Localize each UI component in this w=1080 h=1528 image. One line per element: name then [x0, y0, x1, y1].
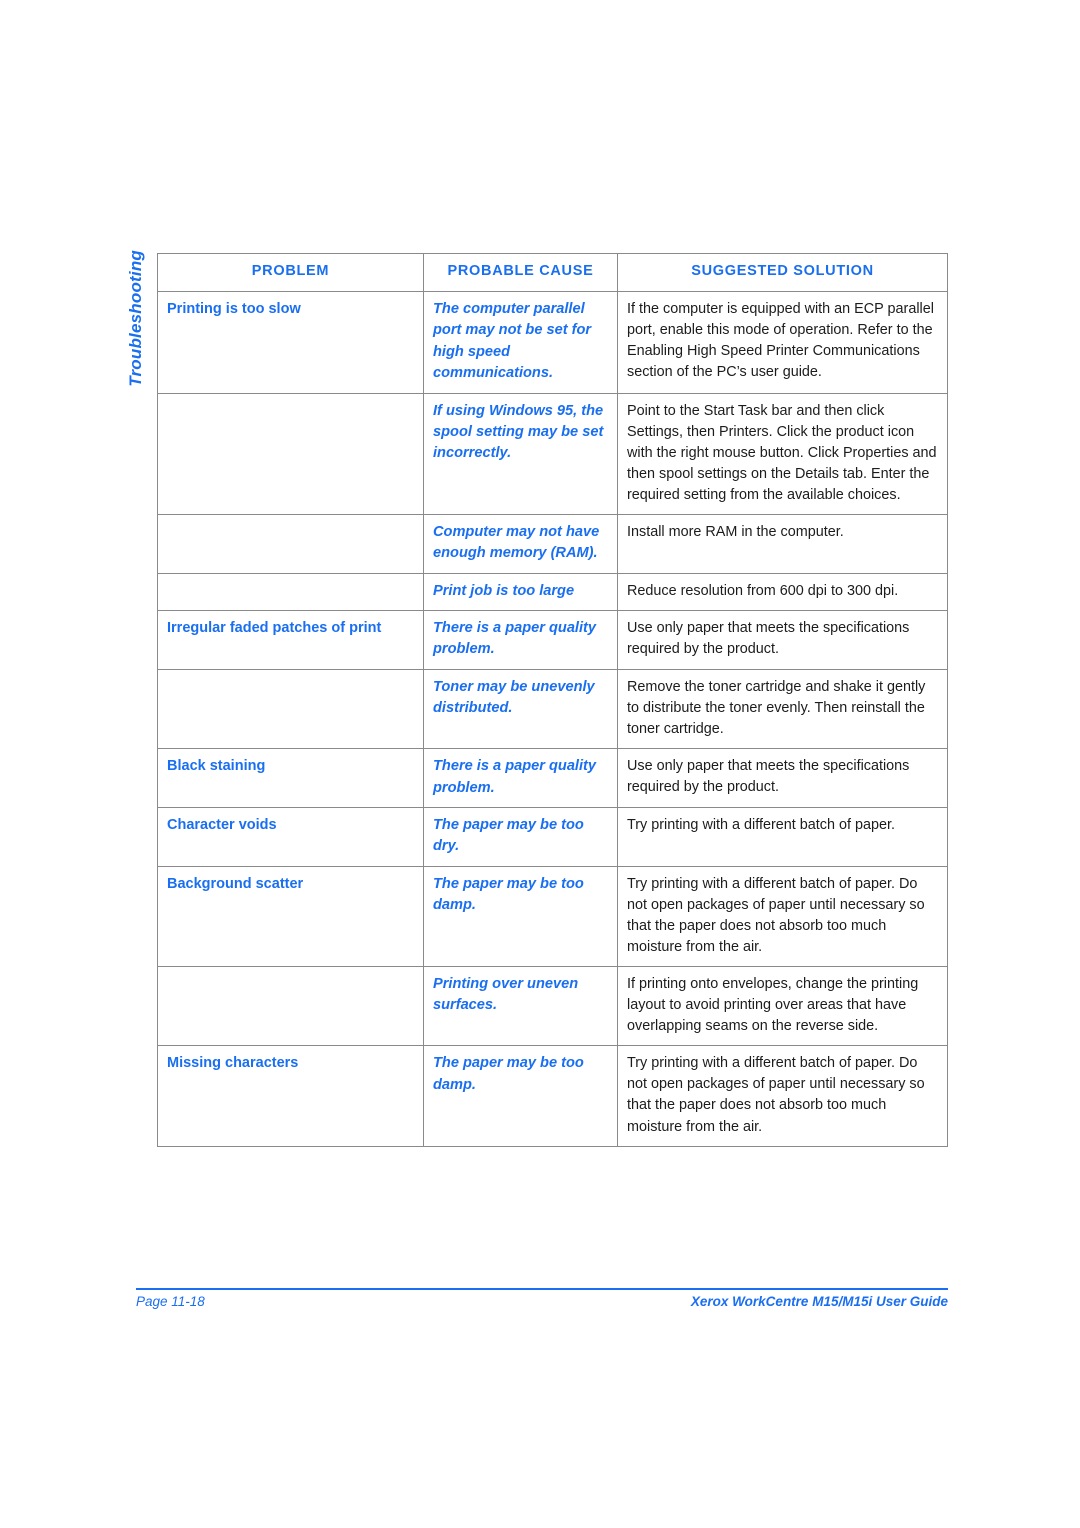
cell-suggested-solution: Try printing with a different batch of p… [617, 806, 948, 867]
cell-probable-cause: Printing over uneven surfaces. [423, 965, 618, 1047]
cell-problem [157, 392, 424, 515]
cell-suggested-solution: Install more RAM in the computer. [617, 513, 948, 574]
cell-suggested-solution: Remove the toner cartridge and shake it … [617, 668, 948, 750]
troubleshooting-table: PROBLEM PROBABLE CAUSE SUGGESTED SOLUTIO… [157, 253, 948, 1147]
cell-suggested-solution: Reduce resolution from 600 dpi to 300 dp… [617, 572, 948, 612]
table-row: Print job is too large Reduce resolution … [157, 572, 948, 612]
document-page: Troubleshooting PROBLEM PROBABLE CAUSE S… [0, 0, 1080, 1528]
table-body: Printing is too slow The computer paralle… [157, 291, 948, 1147]
table-row: Character voids The paper may be too dry.… [157, 806, 948, 867]
cell-suggested-solution: Use only paper that meets the specificat… [617, 610, 948, 670]
cell-probable-cause: There is a paper quality problem. [423, 748, 618, 808]
cell-probable-cause: The paper may be too dry. [423, 806, 618, 867]
table-row: Black staining There is a paper quality p… [157, 748, 948, 808]
table-row: Background scatter The paper may be too d… [157, 865, 948, 968]
cell-problem: Background scatter [157, 865, 424, 968]
cell-suggested-solution: If the computer is equipped with an ECP … [617, 291, 948, 394]
table-row: Irregular faded patches of print There is… [157, 610, 948, 670]
column-header-problem: PROBLEM [157, 253, 424, 292]
table-row: Missing characters The paper may be too d… [157, 1045, 948, 1147]
cell-problem: Character voids [157, 806, 424, 867]
table-row: Printing is too slow The computer paralle… [157, 291, 948, 394]
cell-suggested-solution: Use only paper that meets the specificat… [617, 748, 948, 808]
table-row: Computer may not have enough memory (RAM… [157, 513, 948, 574]
table-row: If using Windows 95, the spool setting m… [157, 392, 948, 515]
table-header-row: PROBLEM PROBABLE CAUSE SUGGESTED SOLUTIO… [157, 253, 948, 292]
cell-problem: Missing characters [157, 1045, 424, 1147]
cell-problem [157, 668, 424, 750]
table-row: Toner may be unevenly distributed. Remove… [157, 668, 948, 750]
cell-problem [157, 513, 424, 574]
column-header-suggested-solution: SUGGESTED SOLUTION [617, 253, 948, 292]
section-side-tab: Troubleshooting [0, 250, 160, 450]
column-header-probable-cause: PROBABLE CAUSE [423, 253, 618, 292]
table-header: PROBLEM PROBABLE CAUSE SUGGESTED SOLUTIO… [157, 253, 948, 292]
cell-problem [157, 965, 424, 1047]
cell-problem: Irregular faded patches of print [157, 610, 424, 670]
footer-divider [136, 1288, 948, 1290]
cell-probable-cause: The paper may be too damp. [423, 1045, 618, 1147]
cell-probable-cause: Computer may not have enough memory (RAM… [423, 513, 618, 574]
cell-probable-cause: The computer parallel port may not be se… [423, 291, 618, 394]
cell-probable-cause: Print job is too large [423, 572, 618, 612]
cell-problem: Printing is too slow [157, 291, 424, 394]
cell-suggested-solution: Try printing with a different batch of p… [617, 1045, 948, 1147]
cell-probable-cause: There is a paper quality problem. [423, 610, 618, 670]
cell-problem [157, 572, 424, 612]
table-row: Printing over uneven surfaces. If printin… [157, 965, 948, 1047]
cell-suggested-solution: Point to the Start Task bar and then cli… [617, 392, 948, 515]
cell-probable-cause: Toner may be unevenly distributed. [423, 668, 618, 750]
page-footer: Page 11-18 Xerox WorkCentre M15/M15i Use… [136, 1294, 948, 1309]
cell-probable-cause: The paper may be too damp. [423, 865, 618, 968]
footer-guide-title: Xerox WorkCentre M15/M15i User Guide [690, 1294, 948, 1309]
footer-page-number: Page 11-18 [136, 1294, 205, 1309]
cell-suggested-solution: Try printing with a different batch of p… [617, 865, 948, 968]
section-side-tab-label: Troubleshooting [126, 250, 145, 387]
cell-suggested-solution: If printing onto envelopes, change the p… [617, 965, 948, 1047]
cell-problem: Black staining [157, 748, 424, 808]
cell-probable-cause: If using Windows 95, the spool setting m… [423, 392, 618, 515]
